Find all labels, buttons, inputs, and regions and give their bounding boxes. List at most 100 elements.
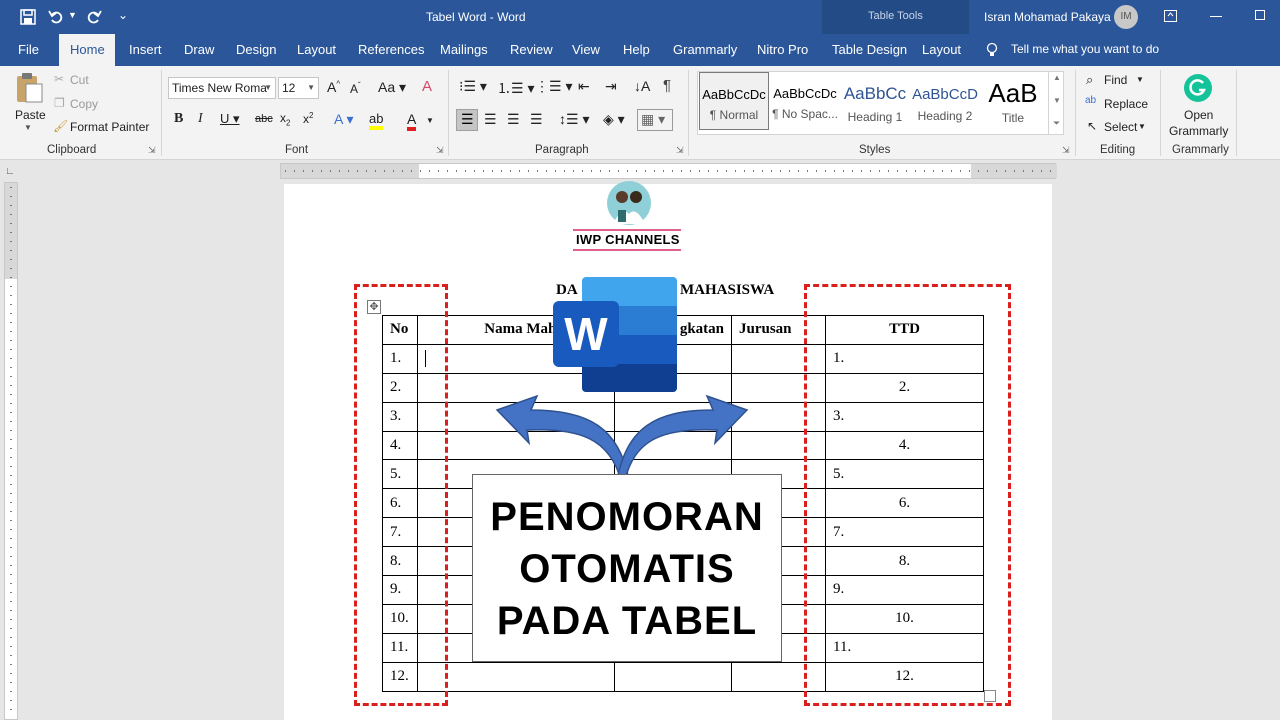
bullets-icon[interactable]: ⁝☰ ▾ (459, 78, 487, 95)
horizontal-ruler[interactable] (280, 163, 1057, 179)
document-page[interactable]: IWP CHANNELS DA MAHASISWA ✥ No Nama Maha… (284, 181, 1052, 720)
find-dropdown-icon[interactable]: ▼ (1136, 75, 1144, 84)
show-formatting-icon[interactable]: ¶ (663, 77, 671, 94)
tab-selector-icon[interactable]: ∟ (5, 166, 15, 177)
word-logo-band (582, 364, 677, 392)
clear-formatting-icon[interactable]: A (422, 78, 432, 95)
open-grammarly-line2[interactable]: Grammarly (1169, 124, 1228, 138)
replace-icon[interactable]: ab (1085, 95, 1096, 106)
align-center-icon[interactable]: ☰ (484, 111, 497, 128)
vertical-ruler[interactable] (4, 182, 18, 720)
numbering-icon[interactable]: ⒈☰ ▾ (497, 78, 534, 98)
tab-view[interactable]: View (572, 42, 600, 57)
font-dropdown-icon[interactable]: ▼ (264, 83, 272, 92)
paste-icon[interactable] (14, 72, 44, 104)
user-name[interactable]: Isran Mohamad Pakaya (984, 10, 1111, 24)
save-icon[interactable] (20, 9, 36, 25)
text-effects-icon[interactable]: A ▾ (334, 111, 353, 128)
borders-icon: ▦ ▾ (641, 111, 666, 127)
tab-file[interactable]: File (18, 42, 39, 57)
tab-insert[interactable]: Insert (129, 42, 162, 57)
avatar[interactable]: IM (1114, 5, 1138, 29)
tab-draw[interactable]: Draw (184, 42, 214, 57)
font-color-icon[interactable]: A (407, 111, 417, 131)
paste-button[interactable]: Paste (15, 108, 46, 122)
style-heading-2[interactable]: AaBbCcD Heading 2 (910, 72, 980, 130)
table-tools-label: Table Tools (868, 10, 923, 22)
tab-home[interactable]: Home (70, 42, 105, 57)
styles-launcher-icon[interactable]: ⇲ (1062, 145, 1070, 156)
copy-icon[interactable]: ❐ (54, 96, 65, 110)
superscript-icon[interactable]: x2 (303, 111, 313, 126)
tab-nitro-pro[interactable]: Nitro Pro (757, 42, 808, 57)
select-icon[interactable]: ↖ (1087, 119, 1097, 133)
bold-icon[interactable]: B (174, 111, 183, 127)
style-normal[interactable]: AaBbCcDc ¶ Normal (699, 72, 769, 130)
increase-indent-icon[interactable]: ⇥ (605, 78, 617, 95)
grammarly-icon[interactable] (1183, 73, 1213, 103)
grow-font-icon[interactable]: A^ (327, 79, 340, 95)
tab-mailings[interactable]: Mailings (440, 42, 488, 57)
tab-references[interactable]: References (358, 42, 424, 57)
open-grammarly-line1[interactable]: Open (1184, 108, 1213, 122)
ribbon-display-options-icon[interactable] (1164, 10, 1177, 22)
font-launcher-icon[interactable]: ⇲ (436, 145, 444, 156)
tab-table-design[interactable]: Table Design (832, 42, 907, 57)
word-logo-icon: W (553, 277, 677, 392)
clipboard-launcher-icon[interactable]: ⇲ (148, 145, 156, 156)
undo-dropdown-icon[interactable]: ▼ (68, 10, 77, 20)
subscript-icon[interactable]: x2 (280, 111, 290, 127)
styles-scroll-up-icon[interactable]: ▲ (1053, 73, 1061, 82)
separator (1075, 70, 1076, 156)
font-size-box[interactable]: 12 ▼ (278, 77, 319, 99)
justify-icon[interactable]: ☰ (530, 111, 543, 128)
tell-me-search[interactable]: Tell me what you want to do (1011, 42, 1159, 56)
shrink-font-icon[interactable]: Aˇ (350, 81, 361, 96)
styles-more-icon[interactable]: ⏷ (1053, 118, 1060, 129)
style-heading-1[interactable]: AaBbCc Heading 1 (840, 72, 910, 130)
tab-help[interactable]: Help (623, 42, 650, 57)
tab-grammarly[interactable]: Grammarly (673, 42, 737, 57)
styles-scroll-down-icon[interactable]: ▼ (1053, 96, 1061, 105)
underline-icon[interactable]: U ▾ (220, 111, 240, 127)
shading-icon[interactable]: ◈ ▾ (603, 111, 625, 128)
replace-button[interactable]: Replace (1104, 97, 1148, 111)
highlight-color-icon[interactable]: ab (369, 111, 384, 130)
find-icon[interactable]: ⌕ (1086, 72, 1093, 88)
font-size-dropdown-icon[interactable]: ▼ (307, 83, 315, 92)
undo-icon[interactable] (48, 9, 64, 25)
format-painter-button[interactable]: Format Painter (70, 120, 149, 134)
minimize-icon[interactable] (1210, 16, 1222, 17)
tab-layout[interactable]: Layout (297, 42, 336, 57)
change-case-icon[interactable]: Aa ▾ (378, 79, 406, 96)
paragraph-launcher-icon[interactable]: ⇲ (676, 145, 684, 156)
tab-design[interactable]: Design (236, 42, 276, 57)
strikethrough-icon[interactable]: abc (255, 113, 273, 125)
multilevel-list-icon[interactable]: ⋮☰ ▾ (535, 78, 572, 95)
sort-icon[interactable]: ↓A (634, 78, 650, 94)
decrease-indent-icon[interactable]: ⇤ (578, 78, 590, 95)
select-button[interactable]: Select (1104, 120, 1137, 134)
italic-icon[interactable]: I (198, 111, 203, 127)
format-painter-icon[interactable]: 🖌 (53, 119, 68, 133)
align-left-button[interactable]: ☰ (456, 109, 478, 131)
paste-dropdown-icon[interactable]: ▼ (24, 123, 32, 132)
cut-button[interactable]: Cut (70, 73, 89, 87)
tab-table-layout[interactable]: Layout (922, 42, 961, 57)
style-title[interactable]: AaB Title (978, 72, 1048, 130)
redo-icon[interactable] (86, 9, 102, 25)
line-spacing-icon[interactable]: ↕☰ ▾ (559, 111, 589, 128)
select-dropdown-icon[interactable]: ▼ (1138, 122, 1146, 131)
customize-toolbar-icon[interactable]: ⌄ (118, 8, 128, 22)
cell-angkatan[interactable] (614, 661, 732, 692)
copy-button[interactable]: Copy (70, 97, 98, 111)
borders-button[interactable]: ▦ ▾ (637, 109, 673, 131)
restore-icon[interactable] (1255, 10, 1265, 20)
cut-icon[interactable]: ✂ (54, 72, 64, 86)
style-no-spacing[interactable]: AaBbCcDc ¶ No Spac... (770, 72, 840, 130)
tab-review[interactable]: Review (510, 42, 553, 57)
font-name-box[interactable]: Times New Roma ▼ (168, 77, 276, 99)
align-right-icon[interactable]: ☰ (507, 111, 520, 128)
find-button[interactable]: Find (1104, 73, 1127, 87)
font-color-dropdown-icon[interactable]: ▼ (426, 116, 434, 125)
